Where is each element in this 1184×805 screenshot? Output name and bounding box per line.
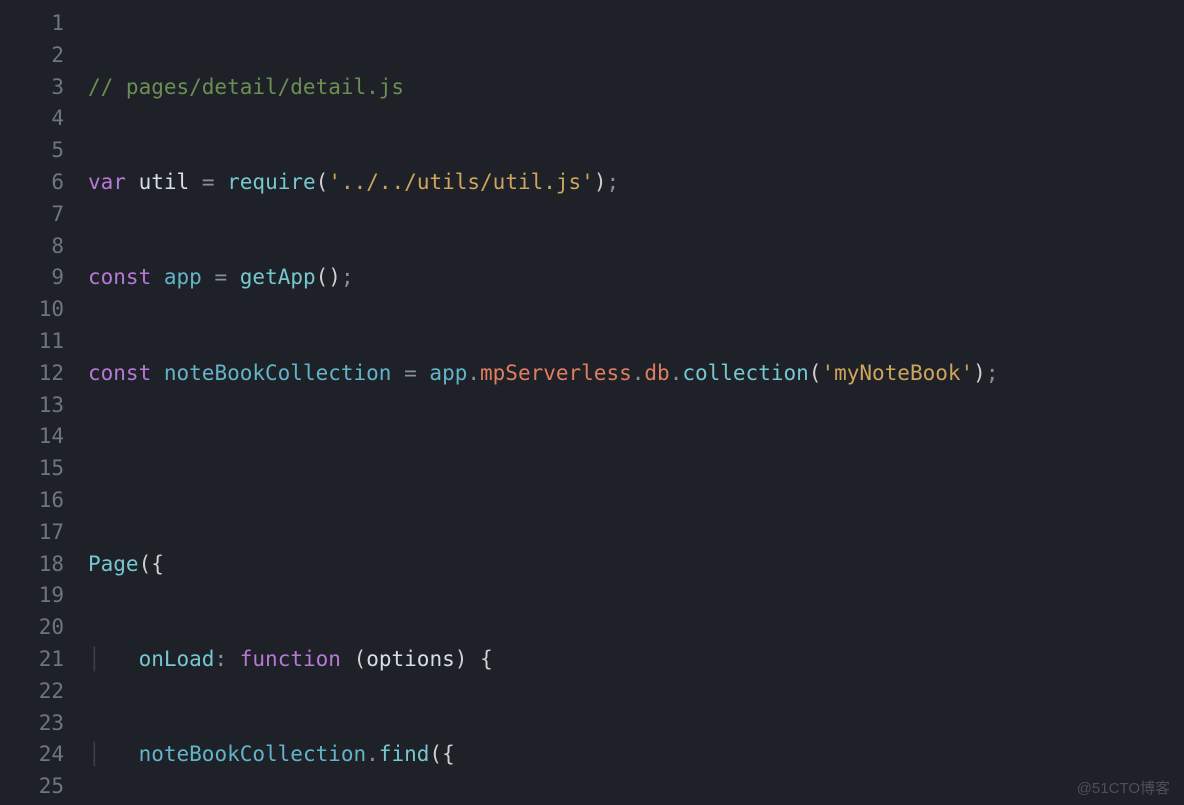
line-number: 23 (0, 708, 64, 740)
code-line[interactable]: │ noteBookCollection.find({ (88, 739, 1184, 771)
line-number: 13 (0, 390, 64, 422)
line-number: 6 (0, 167, 64, 199)
code-line[interactable]: const app = getApp(); (88, 262, 1184, 294)
line-number: 15 (0, 453, 64, 485)
code-editor[interactable]: 1 2 3 4 5 6 7 8 9 10 11 12 13 14 15 16 1… (0, 0, 1184, 805)
line-number: 20 (0, 612, 64, 644)
line-number: 1 (0, 8, 64, 40)
watermark-label: @51CTO博客 (1077, 773, 1170, 805)
line-number: 21 (0, 644, 64, 676)
code-line[interactable]: const noteBookCollection = app.mpServerl… (88, 358, 1184, 390)
code-line[interactable] (88, 453, 1184, 485)
line-number: 12 (0, 358, 64, 390)
line-number: 18 (0, 549, 64, 581)
line-number: 11 (0, 326, 64, 358)
line-number: 17 (0, 517, 64, 549)
code-line[interactable]: Page({ (88, 549, 1184, 581)
code-line[interactable]: var util = require('../../utils/util.js'… (88, 167, 1184, 199)
line-number: 9 (0, 262, 64, 294)
line-number: 4 (0, 103, 64, 135)
line-number: 14 (0, 421, 64, 453)
line-number: 8 (0, 231, 64, 263)
line-number: 3 (0, 72, 64, 104)
code-line[interactable]: │ onLoad: function (options) { (88, 644, 1184, 676)
line-number: 2 (0, 40, 64, 72)
line-number: 16 (0, 485, 64, 517)
line-number: 5 (0, 135, 64, 167)
line-number: 22 (0, 676, 64, 708)
line-number: 10 (0, 294, 64, 326)
code-area[interactable]: // pages/detail/detail.js var util = req… (88, 8, 1184, 805)
line-number-gutter: 1 2 3 4 5 6 7 8 9 10 11 12 13 14 15 16 1… (0, 8, 88, 805)
line-number: 19 (0, 580, 64, 612)
line-number: 24 (0, 739, 64, 771)
line-number: 25 (0, 771, 64, 803)
line-number: 7 (0, 199, 64, 231)
code-line[interactable]: // pages/detail/detail.js (88, 72, 1184, 104)
